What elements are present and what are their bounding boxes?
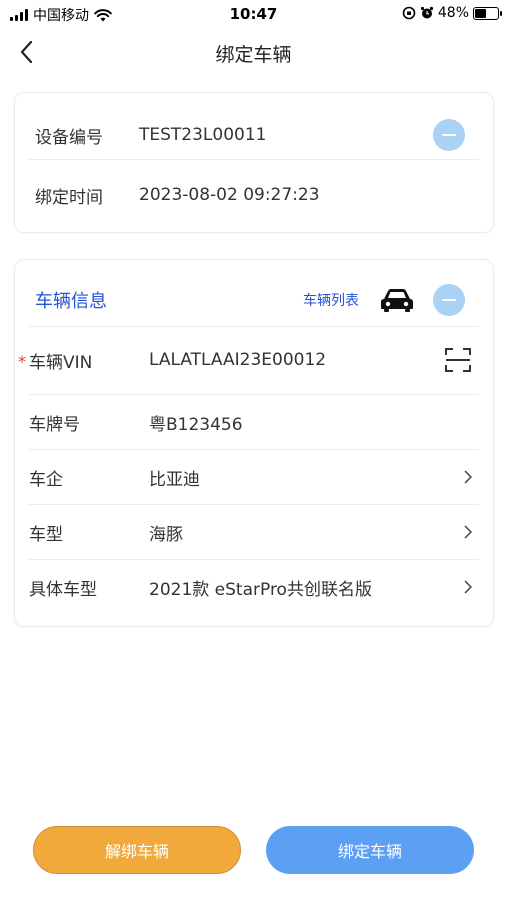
- specific-model-value: 2021款 eStarPro共创联名版: [149, 579, 372, 600]
- device-no-label: 设备编号: [35, 127, 103, 148]
- battery-fill: [475, 8, 486, 18]
- maker-label: 车企: [29, 469, 63, 490]
- divider: [29, 559, 479, 560]
- plate-row: 车牌号 粤B123456: [15, 396, 493, 448]
- device-no-row: 设备编号 TEST23L00011: [15, 107, 493, 163]
- vehicle-header: 车辆信息 车辆列表: [15, 272, 493, 328]
- chevron-right-icon[interactable]: [461, 525, 475, 539]
- plate-value[interactable]: 粤B123456: [149, 410, 243, 435]
- model-label: 车型: [29, 524, 63, 545]
- section-title: 车辆信息: [35, 291, 107, 312]
- vin-value[interactable]: LALATLAAI23E00012: [149, 350, 326, 370]
- model-value: 海豚: [149, 524, 183, 545]
- specific-model-label: 具体车型: [29, 579, 97, 600]
- maker-value: 比亚迪: [149, 469, 200, 490]
- battery-icon: [473, 6, 502, 20]
- lock-rotation-icon: [402, 6, 416, 20]
- bind-time-label: 绑定时间: [35, 187, 103, 208]
- chevron-right-icon[interactable]: [461, 470, 475, 484]
- scan-icon[interactable]: [443, 345, 473, 375]
- car-icon[interactable]: [379, 287, 415, 313]
- alarm-icon: [420, 6, 433, 19]
- device-card: 设备编号 TEST23L00011 绑定时间 2023-08-02 09:27:…: [14, 92, 494, 233]
- chevron-right-icon[interactable]: [461, 580, 475, 594]
- divider: [29, 159, 479, 160]
- plate-label: 车牌号: [29, 414, 80, 435]
- required-mark: *: [18, 352, 26, 371]
- vin-row: * 车辆VIN LALATLAAI23E00012: [15, 332, 493, 388]
- vin-label: 车辆VIN: [29, 352, 93, 373]
- maker-row[interactable]: 车企 比亚迪: [15, 451, 493, 503]
- vehicle-list-link[interactable]: 车辆列表: [303, 290, 359, 310]
- battery-percent: 48%: [437, 5, 469, 21]
- minus-circle-icon[interactable]: [433, 119, 465, 151]
- status-right: 48%: [402, 5, 502, 21]
- bind-time-value: 2023-08-02 09:27:23: [139, 185, 320, 205]
- divider: [29, 394, 479, 395]
- device-no-value: TEST23L00011: [139, 125, 267, 145]
- bind-vehicle-button[interactable]: 绑定车辆: [266, 826, 474, 874]
- bind-time-row: 绑定时间 2023-08-02 09:27:23: [15, 167, 493, 223]
- minus-circle-icon[interactable]: [433, 284, 465, 316]
- specific-model-row[interactable]: 具体车型 2021款 eStarPro共创联名版: [15, 561, 493, 613]
- divider: [29, 504, 479, 505]
- nav-bar: 绑定车辆: [0, 28, 507, 76]
- model-row[interactable]: 车型 海豚: [15, 506, 493, 558]
- vehicle-card: 车辆信息 车辆列表 * 车辆VIN LALATLAAI23E00012 车牌号 …: [14, 259, 494, 627]
- divider: [29, 326, 479, 327]
- page-title: 绑定车辆: [215, 44, 292, 66]
- divider: [29, 449, 479, 450]
- status-bar: 中国移动 10:47 48%: [0, 0, 507, 28]
- unbind-vehicle-button[interactable]: 解绑车辆: [33, 826, 241, 874]
